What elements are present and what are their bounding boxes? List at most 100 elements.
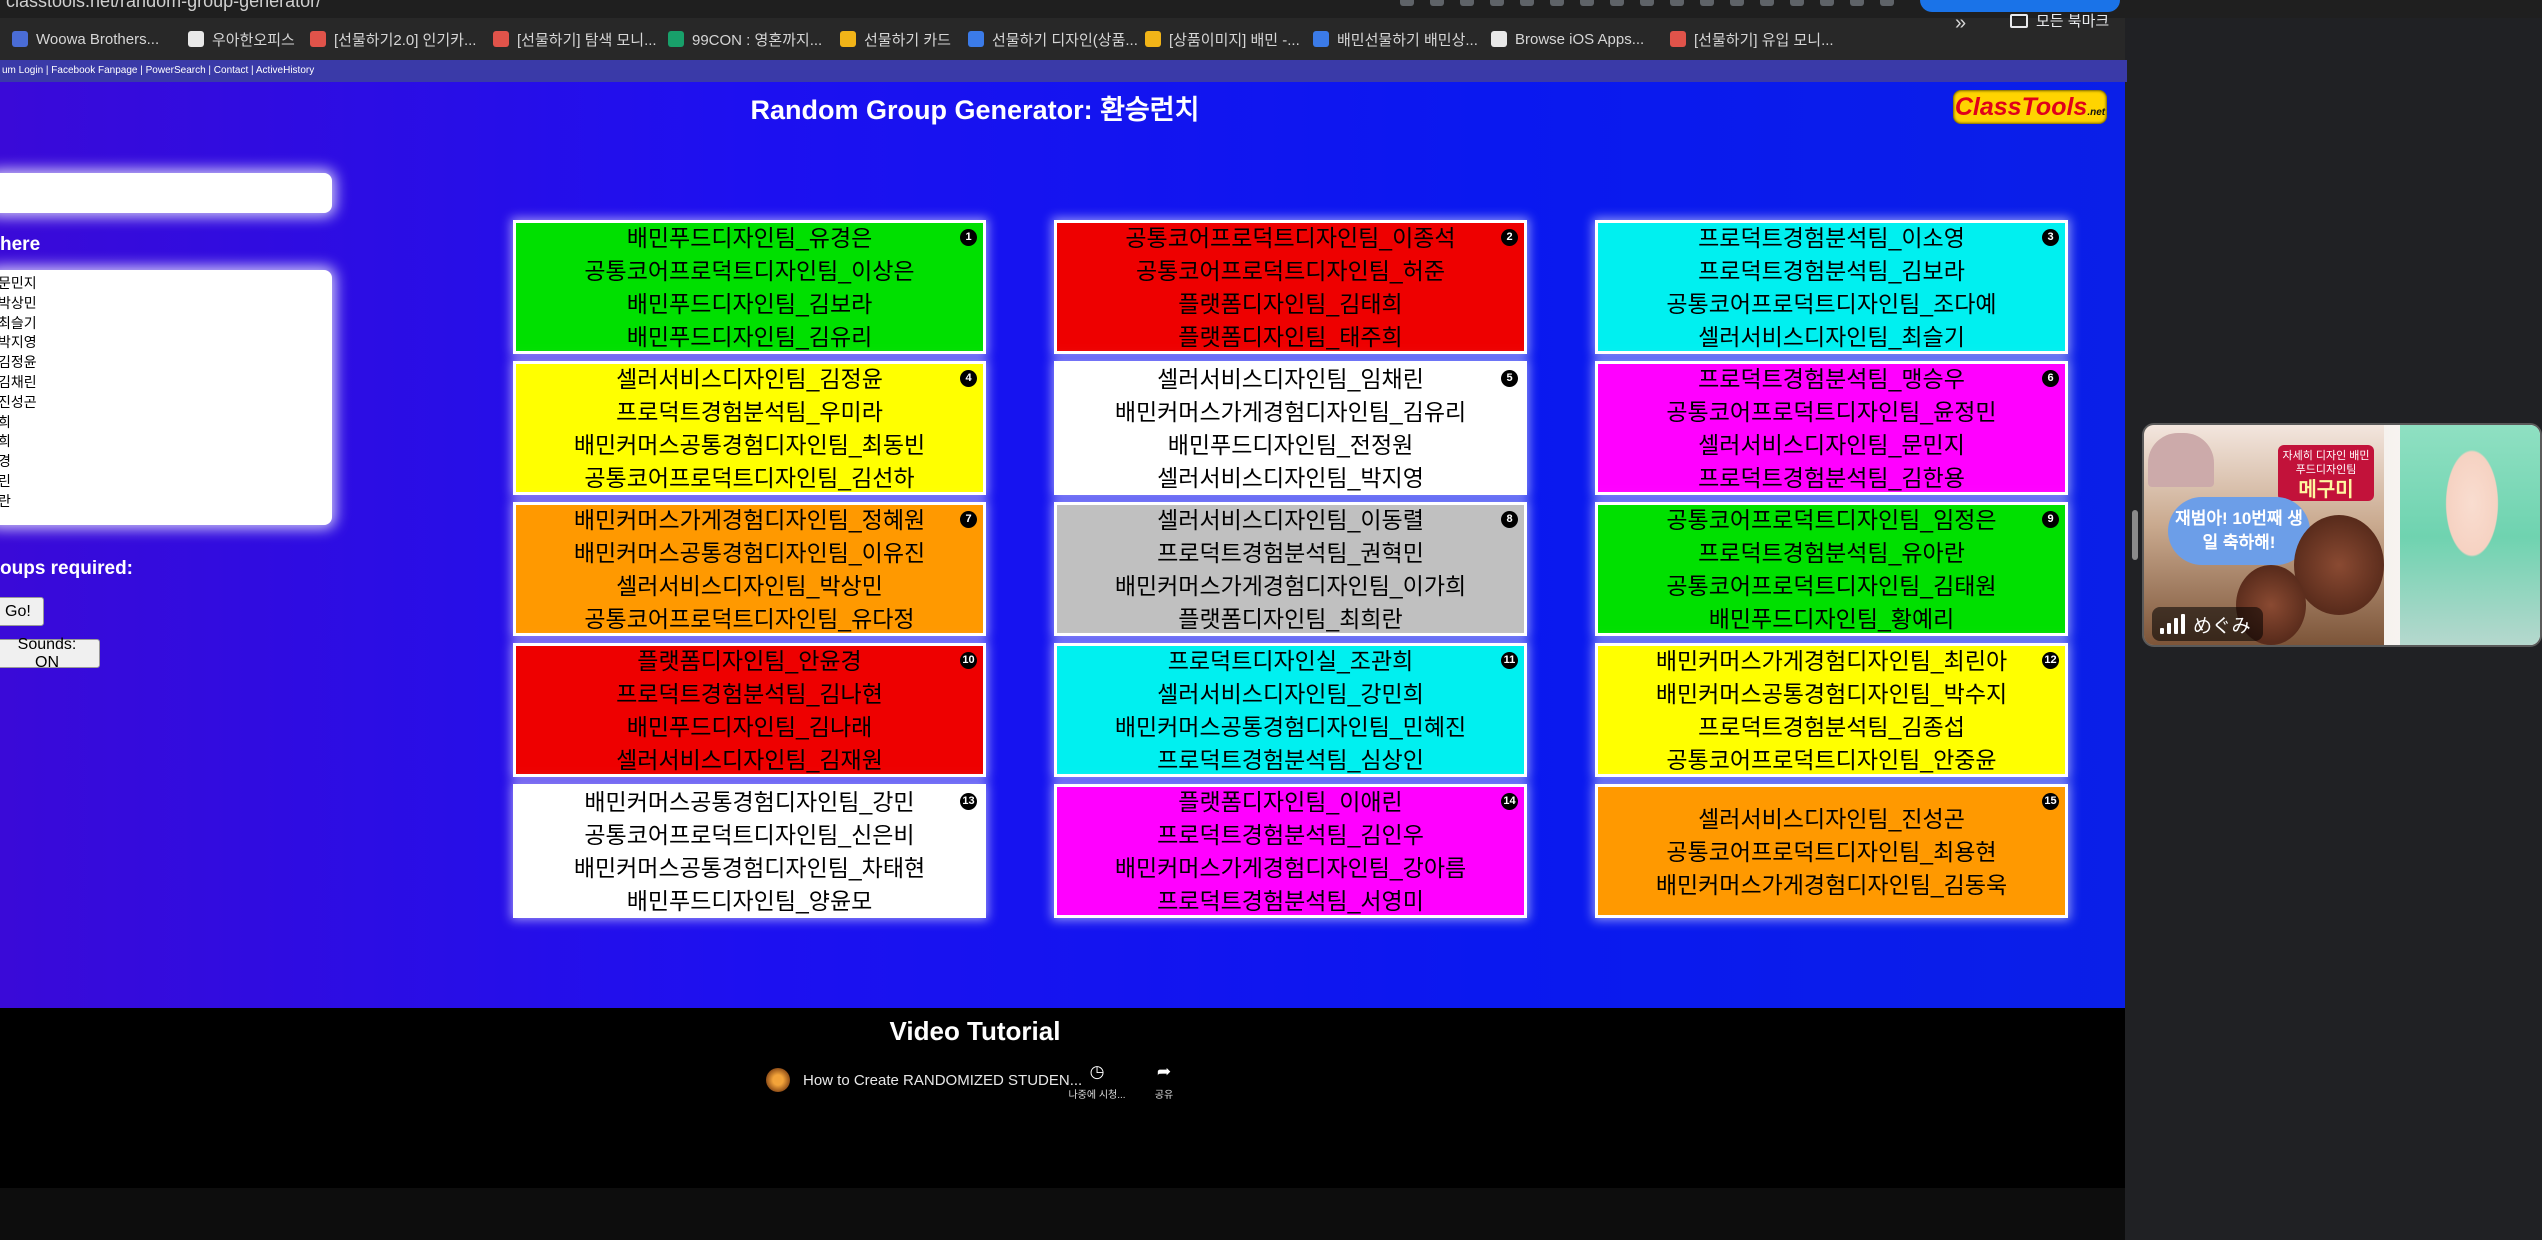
group-member: 프로덕트경험분석팀_서영미 [1157,888,1424,914]
group-card[interactable]: 배민커머스가게경험디자인팀_정혜원 배민커머스공통경험디자인팀_이유진 셀러서비스디… [513,502,986,636]
group-member: 프로덕트경험분석팀_맹승우 [1698,366,1965,392]
address-bar[interactable]: classtools.net/random-group-generator/ [6,0,321,12]
bookmarks-overflow-button[interactable]: » [1955,12,1966,35]
classtools-logo[interactable]: ClassTools.net [1953,90,2107,124]
bookmark-item[interactable]: 99CON : 영혼까지... [668,28,822,50]
extension-icon[interactable] [1610,0,1624,6]
group-member: 배민푸드디자인팀_김유리 [626,324,873,350]
group-member: 프로덕트경험분석팀_김종섭 [1698,714,1965,740]
group-member: 배민커머스가게경험디자인팀_정혜원 [573,507,926,533]
watch-later-label: 나중에 시청... [1068,1090,1126,1101]
group-card[interactable]: 배민커머스가게경험디자인팀_최린아 배민커머스공통경험디자인팀_박수지 프로덕트경험… [1595,643,2068,777]
extension-icon[interactable] [1760,0,1774,6]
bookmark-item[interactable]: 우아한오피스 [188,28,295,50]
group-card[interactable]: 셀러서비스디자인팀_김정윤 프로덕트경험분석팀_우미라 배민커머스공통경험디자인팀_… [513,361,986,495]
bookmark-item[interactable]: [선물하기2.0] 인기카... [310,28,476,50]
channel-avatar[interactable] [766,1068,790,1092]
video-title-link[interactable]: How to Create RANDOMIZED STUDEN... [803,1072,1082,1089]
group-member: 플랫폼디자인팀_안윤경 [637,648,862,674]
group-card[interactable]: 배민커머스공통경험디자인팀_강민 공통코어프로덕트디자인팀_신은비 배민커머스공통경… [513,784,986,918]
group-number-badge: 8 [1501,511,1518,528]
bookmark-label: [상품이미지] 배민 -... [1169,31,1300,49]
bookmark-item[interactable]: [선물하기] 탐색 모니... [493,28,657,50]
group-card[interactable]: 셀러서비스디자인팀_임채린 배민커머스가게경험디자인팀_김유리 배민푸드디자인팀_전… [1054,361,1527,495]
group-member: 공통코어프로덕트디자인팀_김선하 [584,465,915,491]
extension-icon[interactable] [1640,0,1654,6]
group-card[interactable]: 공통코어프로덕트디자인팀_이종석 공통코어프로덕트디자인팀_허준 플랫폼디자인팀_김… [1054,220,1527,354]
group-member: 배민푸드디자인팀_양윤모 [626,888,873,914]
bookmark-item[interactable]: Browse iOS Apps... [1491,28,1644,50]
group-member: 플랫폼디자인팀_태주희 [1178,324,1403,350]
share-icon: ➦ [1156,1062,1172,1081]
extension-icon[interactable] [1790,0,1804,6]
name-entry: 김정윤 [0,354,37,371]
page-title: Random Group Generator: 환승런치 [750,95,1200,125]
group-number-badge: 11 [1501,652,1518,669]
group-member: 셀러서비스디자인팀_박상민 [616,573,883,599]
extension-icon[interactable] [1880,0,1894,6]
group-member: 프로덕트디자인실_조관희 [1167,648,1414,674]
extension-icon[interactable] [1730,0,1744,6]
extension-icon[interactable] [1550,0,1564,6]
bookmark-item[interactable]: 배민선물하기 배민상... [1313,28,1478,50]
group-card[interactable]: 배민푸드디자인팀_유경은 공통코어프로덕트디자인팀_이상은 배민푸드디자인팀_김보라… [513,220,986,354]
extension-icon[interactable] [1820,0,1834,6]
group-member: 배민푸드디자인팀_김보라 [626,291,873,317]
name-entry: 란 [0,492,11,509]
name-entry: 희 [0,413,11,430]
extension-icon[interactable] [1580,0,1594,6]
bookmark-label: 99CON : 영혼까지... [692,31,823,49]
group-card[interactable]: 셀러서비스디자인팀_진성곤 공통코어프로덕트디자인팀_최용현 배민커머스가게경험디자… [1595,784,2068,918]
group-card[interactable]: 공통코어프로덕트디자인팀_임정은 프로덕트경험분석팀_유아란 공통코어프로덕트디자인… [1595,502,2068,636]
group-number-badge: 4 [960,370,977,387]
title-input[interactable] [0,173,332,213]
group-member: 셀러서비스디자인팀_김재원 [616,747,883,773]
bookmark-item[interactable]: [상품이미지] 배민 -... [1145,28,1300,50]
extension-icon[interactable] [1490,0,1504,6]
extension-icon[interactable] [1700,0,1714,6]
bookmark-item[interactable]: Woowa Brothers... [12,28,159,50]
extension-icon[interactable] [1850,0,1864,6]
split-view-resize-handle[interactable] [2132,510,2138,560]
go-button[interactable]: Go! [0,597,44,626]
watch-later-button[interactable]: ◷ 나중에 시청... [1062,1062,1132,1101]
bookmark-item[interactable]: 선물하기 카드 [840,28,951,50]
group-number-badge: 14 [1501,793,1518,810]
group-card[interactable]: 프로덕트경험분석팀_이소영 프로덕트경험분석팀_김보라 공통코어프로덕트디자인팀_조… [1595,220,2068,354]
group-member: 프로덕트경험분석팀_김보라 [1698,258,1965,284]
bookmark-item[interactable]: 선물하기 디자인(상품... [968,28,1138,50]
group-number-badge: 2 [1501,229,1518,246]
video-call-tile[interactable]: 자세히 디자인 배민푸드디자인팀 메구미 재범아! 10번째 생일 축하해! め… [2142,423,2542,647]
participant-nameplate: めぐみ [2152,607,2263,641]
extension-icon[interactable] [1520,0,1534,6]
group-member: 셀러서비스디자인팀_강민희 [1157,681,1424,707]
group-member: 셀러서비스디자인팀_진성곤 [1698,805,1965,832]
extension-icon[interactable] [1400,0,1414,6]
extension-icon[interactable] [1670,0,1684,6]
gift-icon [1670,31,1686,47]
bookmark-item[interactable]: [선물하기] 유입 모니... [1670,28,1834,50]
group-member: 프로덕트경험분석팀_우미라 [616,399,883,425]
names-textarea[interactable]: 문민지 박상민 최슬기 박지영 김정윤 김채린 진성곤 희 희 경 린 란 [0,270,332,525]
extension-icon[interactable] [1430,0,1444,6]
group-member: 플랫폼디자인팀_최희란 [1178,606,1403,632]
group-member: 프로덕트경험분석팀_김나현 [616,681,883,707]
site-links-bar[interactable]: um Login | Facebook Fanpage | PowerSearc… [0,60,2127,82]
group-card[interactable]: 플랫폼디자인팀_안윤경 프로덕트경험분석팀_김나현 배민푸드디자인팀_김나래 셀러서비… [513,643,986,777]
drive-icon [1145,31,1161,47]
name-entry: 경 [0,453,11,470]
all-bookmarks-button[interactable]: 모든 북마크 [2010,10,2109,31]
share-button[interactable]: ➦ 공유 [1129,1062,1199,1101]
group-card[interactable]: 프로덕트디자인실_조관희 셀러서비스디자인팀_강민희 배민커머스공통경험디자인팀_민… [1054,643,1527,777]
group-card[interactable]: 플랫폼디자인팀_이애린 프로덕트경험분석팀_김인우 배민커머스가게경험디자인팀_강아… [1054,784,1527,918]
group-card[interactable]: 셀러서비스디자인팀_이동렬 프로덕트경험분석팀_권혁민 배민커머스가게경험디자인팀_… [1054,502,1527,636]
group-member: 배민푸드디자인팀_유경은 [626,225,873,251]
group-card[interactable]: 프로덕트경험분석팀_맹승우 공통코어프로덕트디자인팀_윤정민 셀러서비스디자인팀_문… [1595,361,2068,495]
confluence-icon [1313,31,1329,47]
group-member: 공통코어프로덕트디자인팀_유다정 [584,606,915,632]
drive-icon [840,31,856,47]
name-entry: 진성곤 [0,393,37,410]
extension-icon[interactable] [1460,0,1474,6]
group-member: 공통코어프로덕트디자인팀_윤정민 [1666,399,1997,425]
sounds-toggle-button[interactable]: Sounds: ON [0,636,100,671]
